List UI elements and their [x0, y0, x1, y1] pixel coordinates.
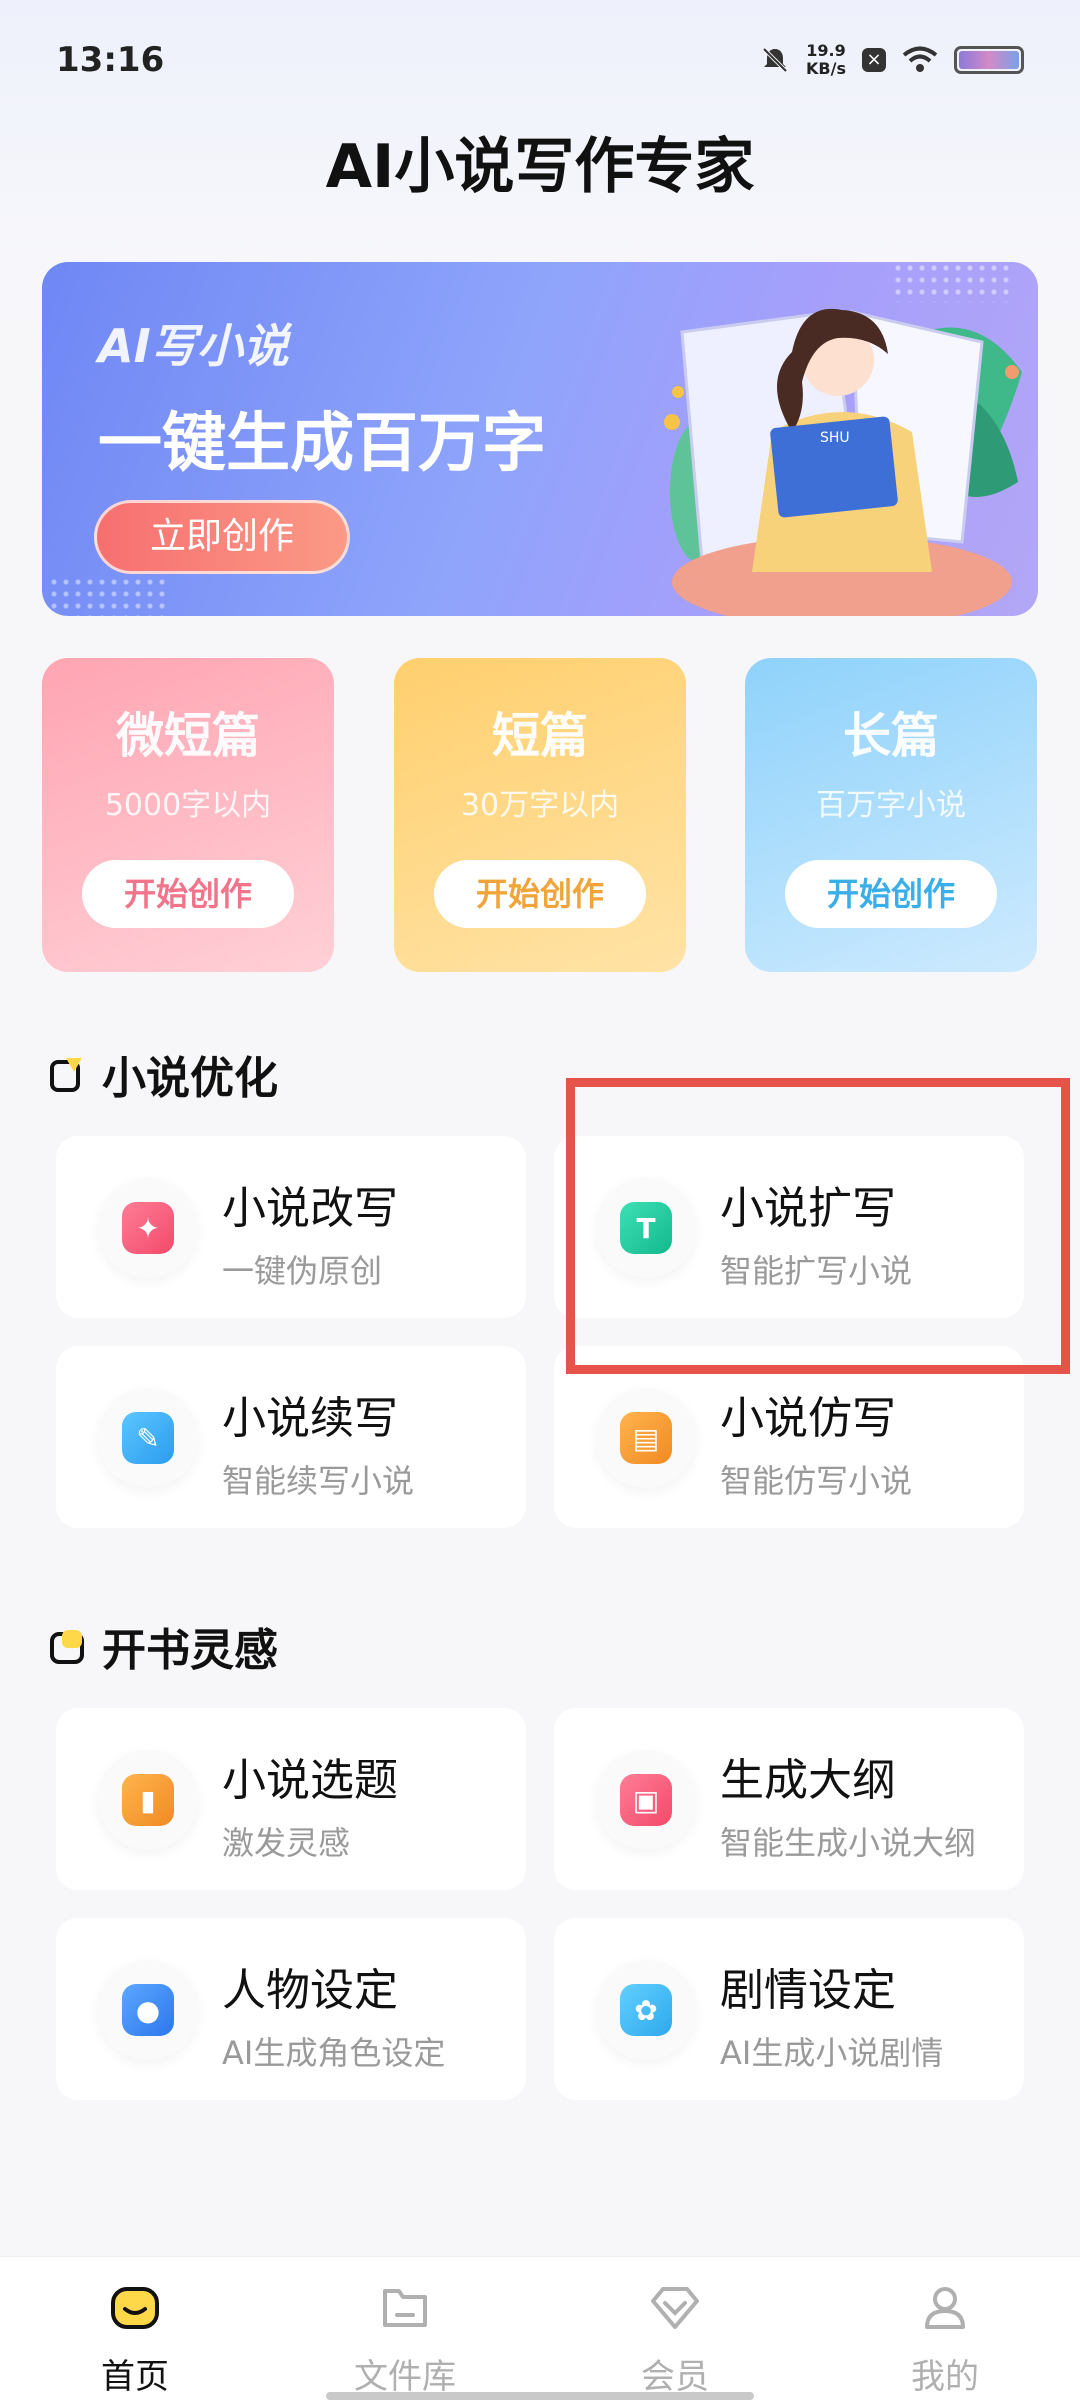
card-title: 长篇	[842, 708, 939, 764]
nav-home[interactable]: 首页	[0, 2257, 270, 2408]
start-create-button[interactable]: 开始创作	[82, 860, 294, 928]
banner-dots	[48, 576, 168, 616]
bottom-nav: 首页 文件库 会员 我的	[0, 2256, 1080, 2408]
home-icon	[111, 2287, 159, 2329]
wifi-icon	[902, 46, 938, 72]
network-speed: 19.9 KB/s	[806, 42, 846, 78]
status-time: 13:16	[56, 40, 165, 80]
nav-label: 我的	[911, 2357, 979, 2397]
feature-subtitle: AI生成小说剧情	[720, 2034, 944, 2072]
nav-label: 文件库	[354, 2357, 456, 2397]
note-icon	[50, 1630, 84, 1664]
reading-girl-illustration: SHU	[664, 308, 1022, 616]
outline-icon: ▣	[620, 1774, 672, 1826]
bulb-icon: ✦	[122, 1202, 174, 1254]
pencil-note-icon	[50, 1058, 82, 1092]
feature-title: 人物设定	[222, 1965, 398, 2016]
status-bar: 13:16 19.9 KB/s ×	[0, 0, 1080, 120]
section-title: 小说优化	[102, 1053, 278, 1104]
feature-subtitle: 激发灵感	[222, 1824, 351, 1862]
banner-headline: 一键生成百万字	[98, 407, 546, 481]
mute-bell-icon	[762, 47, 788, 73]
section-header-inspiration: 开书灵感	[48, 1614, 278, 1678]
copy-icon: ▤	[620, 1412, 672, 1464]
feature-title: 小说改写	[222, 1183, 398, 1234]
feature-card-plot[interactable]: ✿ 剧情设定 AI生成小说剧情	[554, 1918, 1024, 2100]
micro-short-card[interactable]: 微短篇 5000字以内 开始创作	[42, 658, 334, 972]
home-indicator	[326, 2392, 754, 2400]
nav-label: 会员	[641, 2357, 709, 2397]
feature-title: 生成大纲	[720, 1755, 896, 1806]
expand-text-icon: T	[620, 1202, 672, 1254]
start-create-button[interactable]: 开始创作	[434, 860, 646, 928]
section-title: 开书灵感	[102, 1625, 278, 1676]
card-subtitle: 5000字以内	[104, 788, 272, 823]
person-icon: ●	[122, 1984, 174, 2036]
card-title: 短篇	[491, 708, 588, 764]
diamond-icon	[651, 2287, 699, 2329]
book-icon: ▮	[122, 1774, 174, 1826]
feature-subtitle: 智能生成小说大纲	[720, 1824, 977, 1862]
status-icons: 19.9 KB/s ×	[760, 42, 1024, 78]
svg-text:SHU: SHU	[820, 430, 850, 446]
card-subtitle: 30万字以内	[460, 788, 620, 823]
section-header-optimize: 小说优化	[48, 1042, 278, 1106]
folder-icon	[383, 2289, 427, 2327]
long-card[interactable]: 长篇 百万字小说 开始创作	[745, 658, 1037, 972]
feature-title: 小说选题	[222, 1755, 398, 1806]
page-title: AI小说写作专家	[325, 132, 755, 202]
feature-subtitle: 智能续写小说	[222, 1462, 415, 1500]
feature-card-character[interactable]: ● 人物设定 AI生成角色设定	[56, 1918, 526, 2100]
pen-icon: ✎	[122, 1412, 174, 1464]
user-icon	[925, 2287, 965, 2329]
create-now-button[interactable]: 立即创作	[94, 500, 350, 574]
feature-subtitle: 一键伪原创	[222, 1252, 383, 1290]
card-title: 微短篇	[115, 708, 260, 764]
feature-card-imitate[interactable]: ▤ 小说仿写 智能仿写小说	[554, 1346, 1024, 1528]
nav-member[interactable]: 会员	[540, 2257, 810, 2408]
feature-title: 小说续写	[222, 1393, 398, 1444]
feature-title: 剧情设定	[720, 1965, 896, 2016]
close-box-icon: ×	[862, 48, 886, 72]
start-create-button[interactable]: 开始创作	[785, 860, 997, 928]
gear-icon: ✿	[620, 1984, 672, 2036]
net-speed-unit: KB/s	[806, 59, 846, 78]
feature-title: 小说仿写	[720, 1393, 896, 1444]
card-subtitle: 百万字小说	[816, 788, 966, 823]
feature-card-outline[interactable]: ▣ 生成大纲 智能生成小说大纲	[554, 1708, 1024, 1890]
promo-banner[interactable]: AI写小说 一键生成百万字 立即创作 SHU	[42, 262, 1038, 616]
net-speed-value: 19.9	[806, 41, 846, 60]
feature-card-continue[interactable]: ✎ 小说续写 智能续写小说	[56, 1346, 526, 1528]
banner-tag: AI写小说	[98, 319, 289, 373]
feature-card-rewrite[interactable]: ✦ 小说改写 一键伪原创	[56, 1136, 526, 1318]
nav-files[interactable]: 文件库	[270, 2257, 540, 2408]
feature-subtitle: 智能扩写小说	[720, 1252, 913, 1290]
feature-title: 小说扩写	[720, 1183, 896, 1234]
battery-icon	[954, 46, 1024, 74]
feature-card-topic[interactable]: ▮ 小说选题 激发灵感	[56, 1708, 526, 1890]
short-card[interactable]: 短篇 30万字以内 开始创作	[394, 658, 686, 972]
feature-card-expand[interactable]: T 小说扩写 智能扩写小说	[554, 1136, 1024, 1318]
feature-subtitle: AI生成角色设定	[222, 2034, 446, 2072]
nav-label: 首页	[101, 2357, 169, 2397]
nav-mine[interactable]: 我的	[810, 2257, 1080, 2408]
feature-subtitle: 智能仿写小说	[720, 1462, 913, 1500]
